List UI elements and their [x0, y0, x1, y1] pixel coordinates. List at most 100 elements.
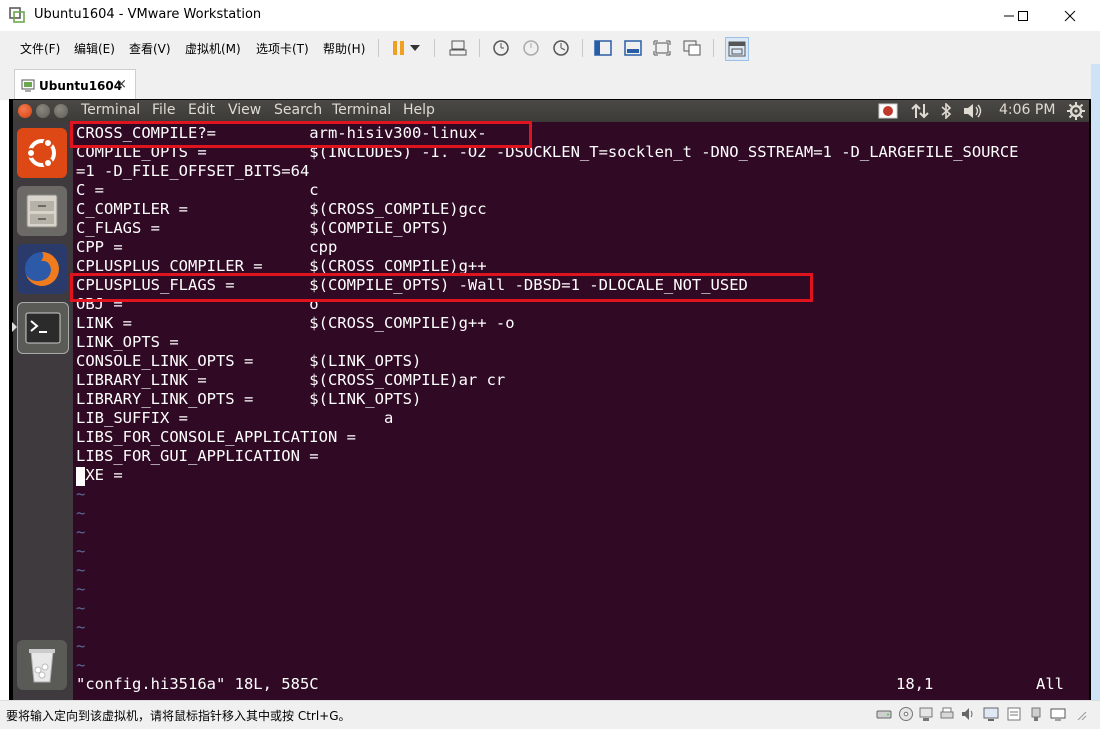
vim-empty-line-tilde: ~ — [76, 618, 86, 636]
panel-menu-file[interactable]: File — [152, 102, 175, 118]
launcher-trash-button[interactable] — [17, 640, 67, 690]
close-icon — [1064, 10, 1076, 21]
tab-close-icon[interactable]: × — [116, 77, 127, 92]
maximize-button[interactable] — [1000, 0, 1046, 31]
trash-icon — [29, 649, 55, 683]
network-adapter-icon[interactable] — [918, 706, 934, 722]
record-indicator-icon[interactable] — [878, 103, 898, 119]
send-ctrl-alt-del-icon — [449, 40, 467, 56]
menu-tabs[interactable]: 选项卡(T) — [256, 40, 309, 57]
terminal-line: C_FLAGS = $(COMPILE_OPTS) — [76, 219, 450, 237]
cd-dvd-icon[interactable] — [898, 706, 914, 722]
usb-printer-icon[interactable] — [939, 706, 955, 722]
terminal-line: C_COMPILER = $(CROSS_COMPILE)gcc — [76, 200, 487, 218]
network-icon[interactable] — [911, 103, 929, 119]
panel-app-name: Terminal — [81, 102, 141, 118]
snapshot-revert-icon — [523, 40, 539, 56]
terminal-content[interactable]: CROSS_COMPILE?= arm-hisiv300-linux- COMP… — [73, 122, 1089, 700]
thumbnail-view-button[interactable] — [725, 37, 749, 61]
minimize-terminal-icon[interactable] — [36, 104, 50, 118]
thumbnail-view-icon — [728, 41, 746, 57]
usb-device-icon[interactable] — [1028, 706, 1044, 722]
menu-file[interactable]: 文件(F) — [20, 40, 60, 57]
toolbar-separator — [378, 39, 379, 57]
vim-empty-line-tilde: ~ — [76, 637, 86, 655]
panel-menu-help[interactable]: Help — [403, 102, 435, 118]
panel-menu-view[interactable]: View — [228, 102, 261, 118]
vm-monitor-icon[interactable] — [1050, 706, 1066, 722]
full-screen-button[interactable] — [651, 37, 673, 59]
menu-vm[interactable]: 虚拟机(M) — [185, 40, 241, 57]
pause-icon — [393, 41, 404, 55]
view-console-button[interactable] — [622, 37, 644, 59]
sound-card-icon[interactable] — [960, 706, 976, 722]
highlight-cross-compile — [70, 121, 532, 148]
terminal-line: CONSOLE_LINK_OPTS = $(LINK_OPTS) — [76, 352, 422, 370]
pause-dropdown-button[interactable] — [408, 37, 422, 59]
full-screen-icon — [653, 40, 671, 56]
panel-menu-terminal[interactable]: Terminal — [332, 102, 391, 118]
volume-icon[interactable] — [963, 103, 983, 119]
host-desktop-edge — [1091, 64, 1100, 700]
menu-edit[interactable]: 编辑(E) — [74, 40, 115, 57]
terminal-line: LIBRARY_LINK = $(CROSS_COMPILE)ar cr — [76, 371, 506, 389]
settings-gear-icon[interactable] — [1067, 102, 1085, 120]
vm-tab-icon — [21, 79, 35, 92]
bluetooth-icon[interactable] — [940, 103, 952, 119]
vm-tabstrip: Ubuntu1604 × — [0, 64, 1100, 101]
file-manager-icon — [26, 194, 58, 228]
maximize-terminal-icon[interactable] — [54, 104, 68, 118]
ubuntu-launcher — [12, 122, 73, 700]
resize-grip-icon[interactable] — [1072, 706, 1088, 722]
unity-button[interactable] — [681, 37, 703, 59]
vim-status-scroll: All — [1036, 675, 1064, 693]
view-library-button[interactable] — [592, 37, 614, 59]
toolbar-separator — [479, 39, 480, 57]
panel-menu-search[interactable]: Search — [274, 102, 322, 118]
message-log-icon[interactable] — [1006, 706, 1022, 722]
maximize-icon — [1018, 10, 1028, 21]
close-terminal-icon[interactable] — [18, 104, 32, 118]
launcher-dash-button[interactable] — [17, 128, 67, 178]
terminal-line: LIBRARY_LINK_OPTS = $(LINK_OPTS) — [76, 390, 422, 408]
active-app-indicator-icon — [12, 322, 17, 332]
snapshot-take-icon — [493, 40, 509, 56]
pause-button[interactable] — [388, 37, 410, 59]
menu-view[interactable]: 查看(V) — [129, 40, 171, 57]
vmware-app-icon — [9, 7, 25, 23]
vim-empty-line-tilde: ~ — [76, 580, 86, 598]
dropdown-arrow-icon — [410, 45, 420, 51]
tab-ubuntu1604[interactable]: Ubuntu1604 × — [14, 69, 136, 101]
close-window-button[interactable] — [1047, 0, 1093, 31]
ubuntu-logo-icon — [26, 138, 56, 168]
display-icon[interactable] — [983, 706, 999, 722]
terminal-line: LINK = $(CROSS_COMPILE)g++ -o — [76, 314, 515, 332]
send-ctrl-alt-del-button[interactable] — [447, 37, 469, 59]
terminal-icon — [25, 312, 61, 344]
status-message: 要将输入定向到该虚拟机，请将鼠标指针移入其中或按 Ctrl+G。 — [6, 709, 351, 723]
launcher-terminal-button[interactable] — [17, 302, 69, 354]
terminal-line: LIB_SUFFIX = a — [76, 409, 394, 427]
text-cursor — [76, 467, 85, 486]
panel-clock[interactable]: 4:06 PM — [999, 102, 1055, 118]
unity-icon — [683, 40, 701, 56]
vim-empty-line-tilde: ~ — [76, 542, 86, 560]
terminal-line: C = c — [76, 181, 319, 199]
hard-disk-icon[interactable] — [876, 706, 892, 722]
firefox-icon — [25, 252, 59, 286]
menu-help[interactable]: 帮助(H) — [323, 40, 365, 57]
vim-status-position: 18,1 — [896, 675, 934, 693]
highlight-cplusplus-flags — [70, 273, 813, 302]
snapshot-take-button[interactable] — [490, 37, 512, 59]
launcher-firefox-button[interactable] — [17, 244, 67, 294]
vim-empty-line-tilde: ~ — [76, 504, 86, 522]
ubuntu-top-panel: Terminal File Edit View Search Terminal … — [13, 100, 1089, 122]
vim-status-file: "config.hi3516a" 18L, 585C — [76, 675, 319, 693]
snapshot-manager-button[interactable] — [550, 37, 572, 59]
snapshot-revert-button[interactable] — [520, 37, 542, 59]
panel-menu-edit[interactable]: Edit — [188, 102, 215, 118]
vim-empty-line-tilde: ~ — [76, 485, 86, 503]
launcher-files-button[interactable] — [17, 186, 67, 236]
snapshot-manager-icon — [553, 40, 569, 56]
view-console-icon — [624, 40, 642, 56]
